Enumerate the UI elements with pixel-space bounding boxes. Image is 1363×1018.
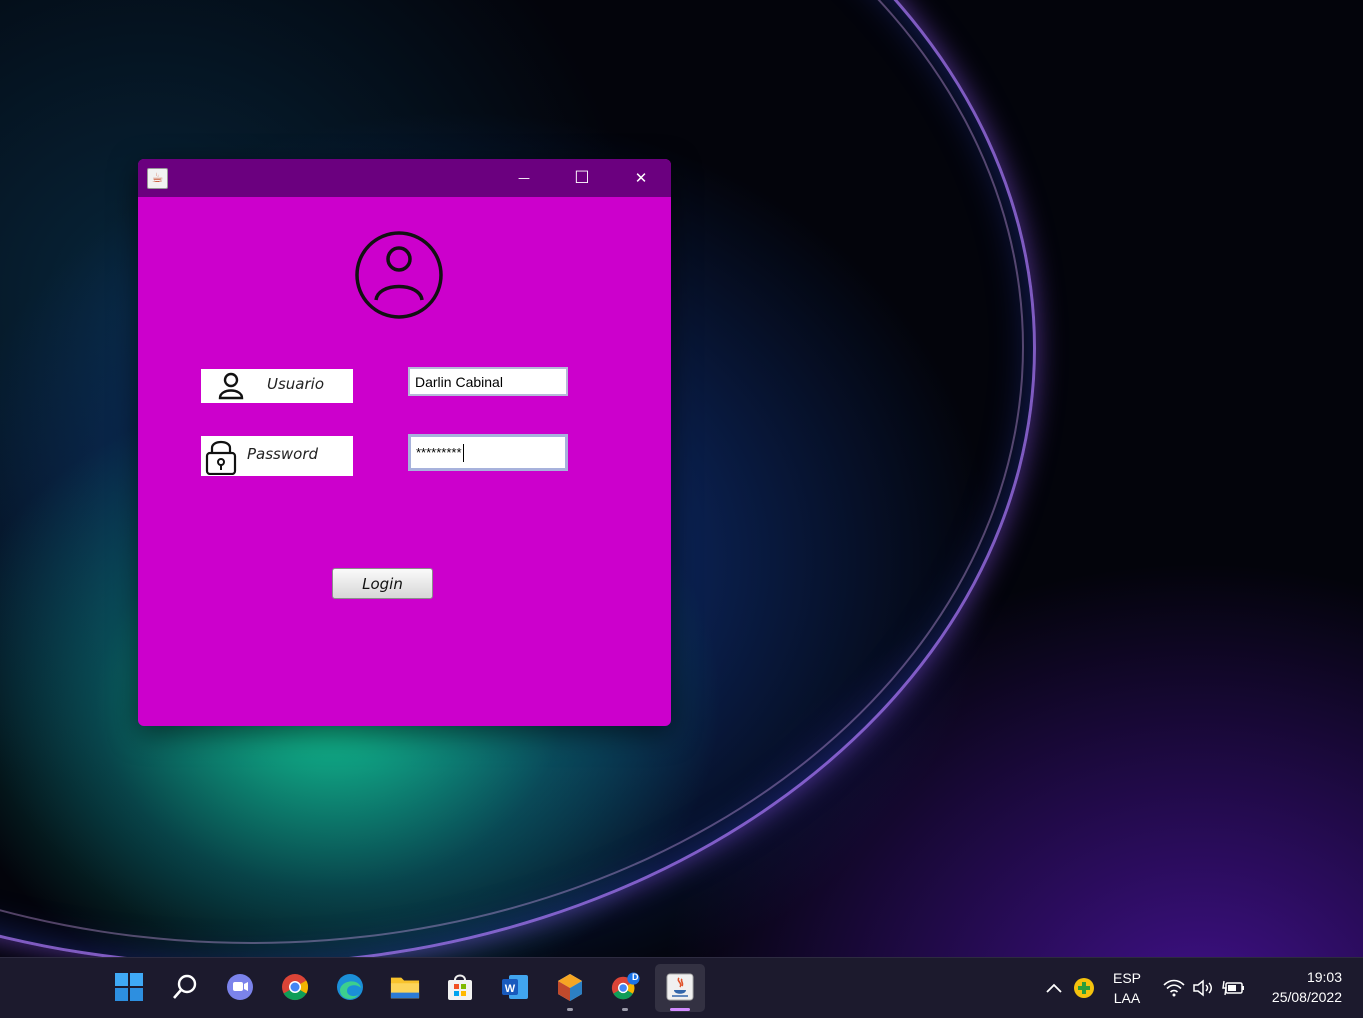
java-app-icon — [666, 973, 694, 1001]
usuario-input[interactable]: Darlin Cabinal — [408, 367, 568, 396]
login-window: ☕ — ☐ ✕ Usuario Password Darlin Cabinal … — [138, 159, 671, 726]
maximize-button[interactable]: ☐ — [553, 159, 611, 197]
clock-time[interactable]: 19:03 — [1258, 969, 1342, 985]
tray-app-icon[interactable] — [1073, 977, 1095, 1003]
password-input[interactable]: ********* — [408, 434, 568, 471]
lock-icon — [205, 440, 237, 475]
file-explorer-icon — [390, 977, 420, 999]
close-icon: ✕ — [634, 169, 648, 187]
chrome-running-indicator — [622, 1008, 628, 1011]
battery-charging-icon[interactable] — [1222, 979, 1246, 1001]
window-titlebar[interactable]: ☕ — ☐ ✕ — [138, 159, 671, 197]
edge-button[interactable] — [335, 972, 365, 1002]
word-icon: W — [502, 975, 528, 999]
text-caret — [462, 443, 464, 462]
svg-text:W: W — [505, 983, 516, 995]
login-button[interactable]: Login — [332, 568, 433, 599]
login-button-label: Login — [362, 574, 403, 593]
wifi-icon[interactable] — [1163, 979, 1185, 1001]
word-button[interactable]: W — [500, 972, 530, 1002]
close-button[interactable]: ✕ — [612, 159, 670, 197]
password-label: Password — [247, 445, 319, 463]
maximize-icon: ☐ — [574, 168, 590, 188]
file-explorer-button[interactable] — [390, 972, 420, 1002]
minimize-icon: — — [518, 171, 530, 185]
search-icon — [173, 974, 197, 999]
usuario-label: Usuario — [267, 375, 325, 393]
chrome-button[interactable] — [280, 972, 310, 1002]
volume-icon[interactable] — [1192, 979, 1214, 1001]
teams-chat-button[interactable] — [225, 972, 255, 1002]
usuario-label-box: Usuario — [201, 369, 353, 403]
chrome-icon — [282, 974, 309, 1001]
language-indicator-top[interactable]: ESP — [1108, 970, 1146, 986]
java-app-button[interactable] — [665, 972, 695, 1002]
chrome-profile-button[interactable]: D — [610, 972, 640, 1002]
usuario-input-value: Darlin Cabinal — [415, 373, 503, 390]
password-input-value: ********* — [416, 445, 462, 460]
microsoft-store-icon — [448, 974, 472, 1000]
netbeans-running-indicator — [567, 1008, 573, 1011]
language-indicator-bottom[interactable]: LAA — [1108, 990, 1146, 1006]
edge-icon — [337, 974, 363, 1000]
start-button[interactable] — [114, 972, 144, 1002]
chevron-up-icon[interactable] — [1045, 980, 1063, 999]
teams-chat-icon — [227, 974, 253, 1000]
chrome-profile-badge: D — [632, 972, 639, 982]
microsoft-store-button[interactable] — [445, 972, 475, 1002]
windows-start-icon — [115, 973, 143, 1001]
netbeans-icon — [558, 974, 582, 1001]
taskbar: W D ESP LAA 19:03 25/08/2022 — [0, 957, 1363, 1018]
user-icon — [218, 372, 244, 400]
password-label-box: Password — [201, 436, 353, 476]
java-app-active-indicator — [670, 1008, 690, 1011]
user-avatar-icon — [355, 231, 443, 319]
netbeans-button[interactable] — [555, 972, 585, 1002]
minimize-button[interactable]: — — [495, 159, 553, 197]
java-cup-icon[interactable]: ☕ — [147, 168, 168, 189]
clock-date[interactable]: 25/08/2022 — [1258, 989, 1342, 1005]
search-button[interactable] — [170, 972, 200, 1002]
